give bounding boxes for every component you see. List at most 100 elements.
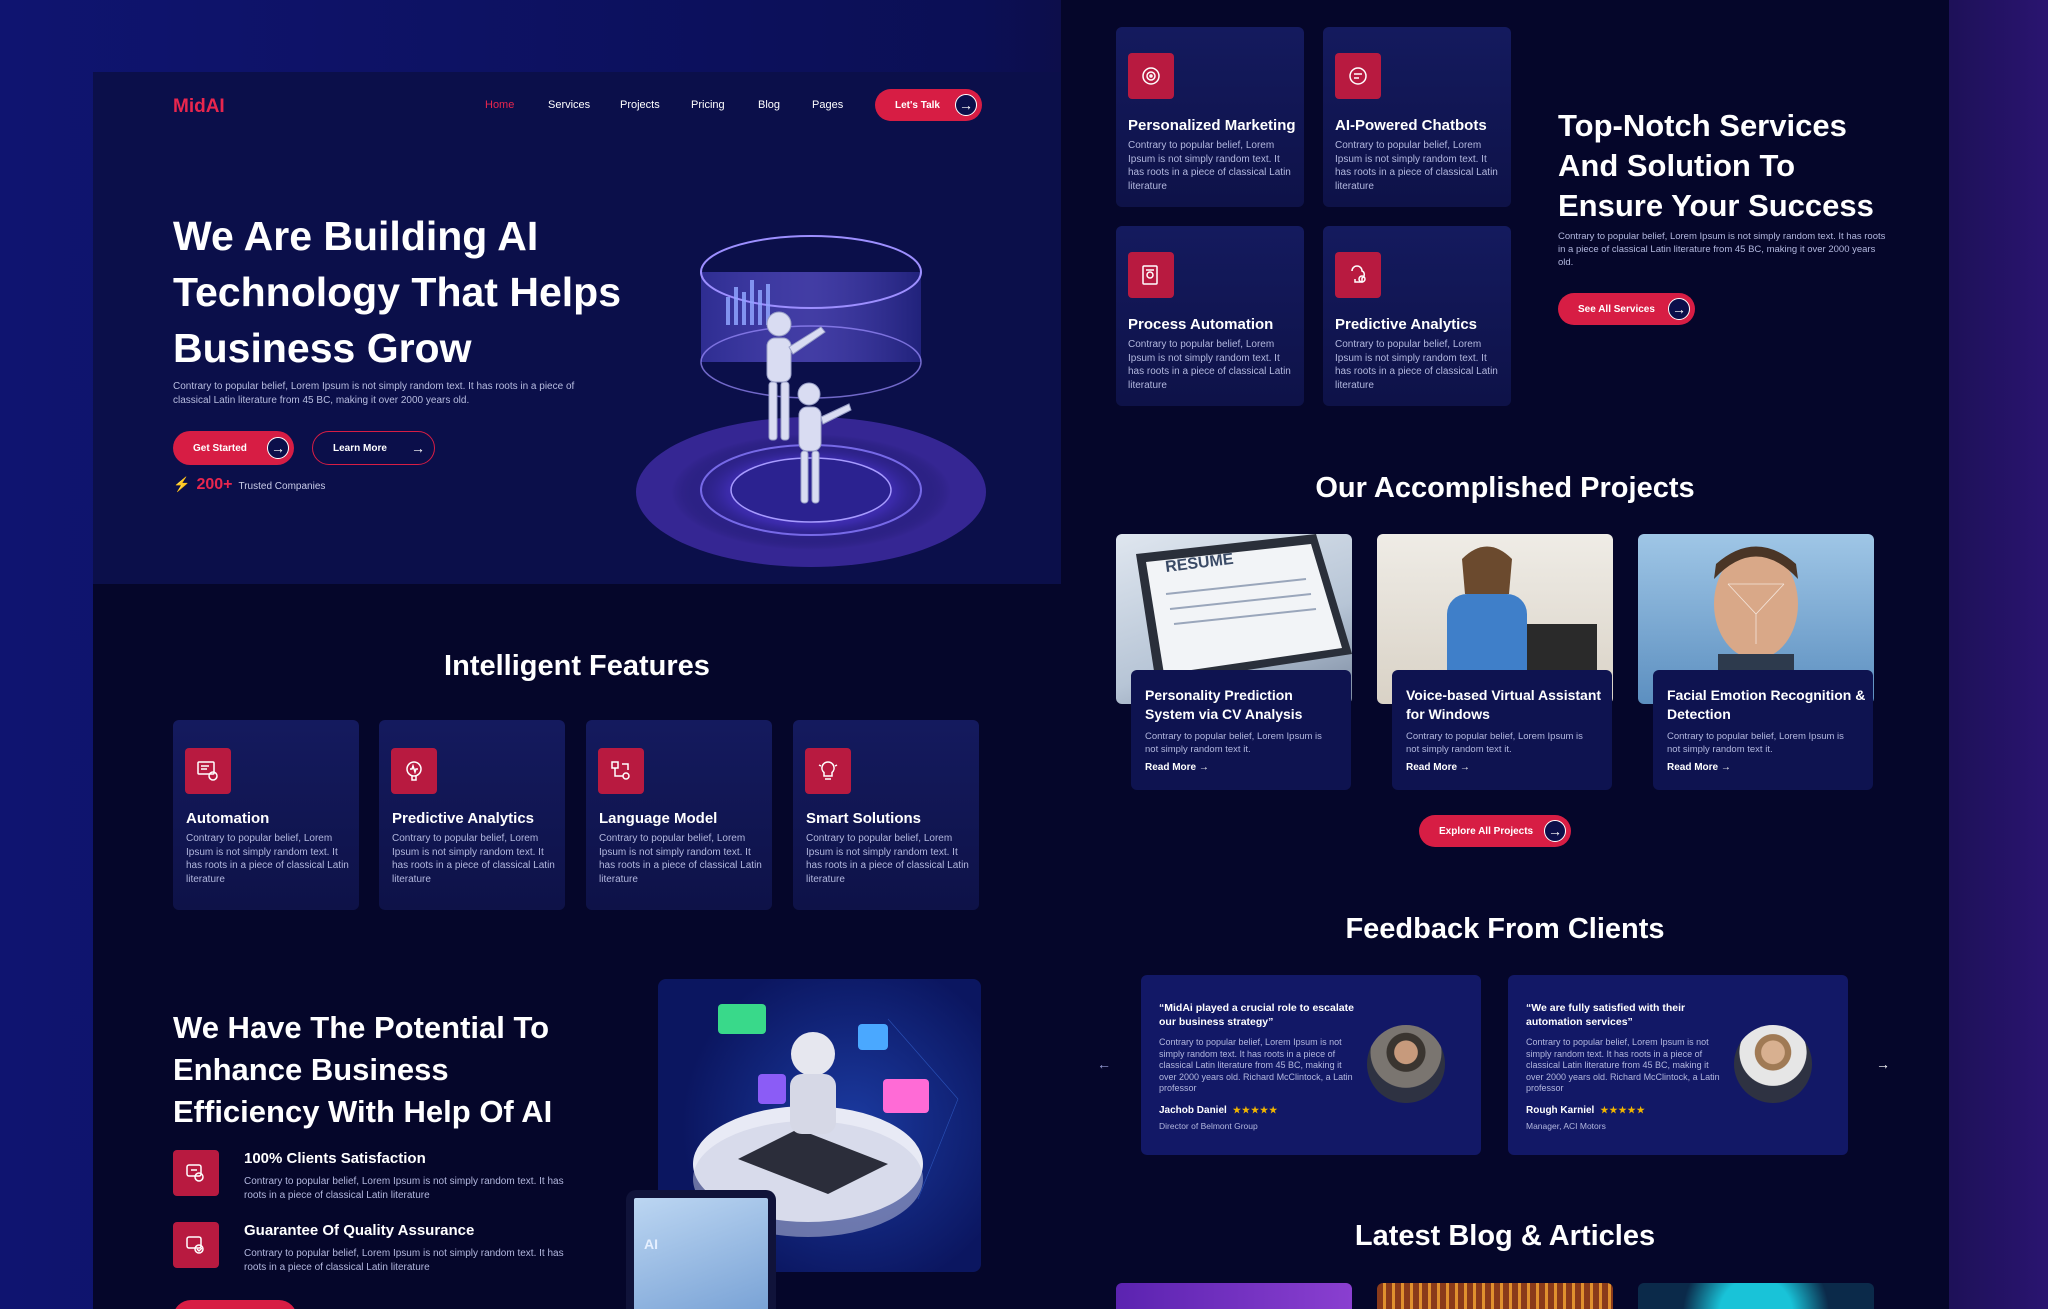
satisfaction-icon xyxy=(173,1150,219,1196)
arrow-right-icon: → xyxy=(1668,298,1690,320)
cta-button-partial[interactable] xyxy=(173,1300,297,1309)
arrow-right-icon: → xyxy=(1720,762,1731,773)
service-card-personalized-marketing[interactable]: Personalized Marketing Contrary to popul… xyxy=(1116,27,1304,207)
project-title: Voice-based Virtual Assistant for Window… xyxy=(1406,687,1602,722)
logo[interactable]: MidAI xyxy=(173,96,225,118)
read-more-link[interactable]: Read More → xyxy=(1406,762,1470,773)
avatar xyxy=(1367,1025,1445,1103)
service-card-process-automation[interactable]: Process Automation Contrary to popular b… xyxy=(1116,226,1304,406)
hero-title: We Are Building AI Technology That Helps… xyxy=(173,213,621,371)
feature-description: Contrary to popular belief, Lorem Ipsum … xyxy=(599,833,762,885)
blog-image[interactable] xyxy=(1638,1283,1874,1309)
target-icon xyxy=(1128,53,1174,99)
testimonial-text: Contrary to popular belief, Lorem Ipsum … xyxy=(1159,1037,1353,1093)
learn-more-label: Learn More xyxy=(333,442,387,454)
feature-description: Contrary to popular belief, Lorem Ipsum … xyxy=(806,833,969,885)
point-title: Guarantee Of Quality Assurance xyxy=(244,1222,475,1239)
services-description: Contrary to popular belief, Lorem Ipsum … xyxy=(1558,231,1886,268)
testimonial-role: Manager, ACI Motors xyxy=(1526,1121,1606,1131)
carousel-prev-icon[interactable]: ← xyxy=(1097,1056,1111,1072)
service-title: Process Automation xyxy=(1128,316,1274,333)
lightning-icon: ⚡ xyxy=(173,476,191,492)
services-page-panel: Personalized Marketing Contrary to popul… xyxy=(1061,0,1949,1309)
carousel-next-icon[interactable]: → xyxy=(1876,1056,1890,1072)
arrow-right-icon: → xyxy=(267,437,289,459)
service-description: Contrary to popular belief, Lorem Ipsum … xyxy=(1335,140,1498,192)
service-description: Contrary to popular belief, Lorem Ipsum … xyxy=(1128,339,1291,391)
read-more-link[interactable]: Read More → xyxy=(1145,762,1209,773)
feature-title: Language Model xyxy=(599,810,718,827)
lightbulb-icon xyxy=(805,748,851,794)
lets-talk-button[interactable]: Let's Talk → xyxy=(875,89,982,121)
service-title: Personalized Marketing xyxy=(1128,117,1296,134)
read-more-link[interactable]: Read More → xyxy=(1667,762,1731,773)
service-title: AI-Powered Chatbots xyxy=(1335,117,1487,134)
project-description: Contrary to popular belief, Lorem Ipsum … xyxy=(1667,731,1844,755)
explore-projects-label: Explore All Projects xyxy=(1439,825,1534,837)
trusted-label: Trusted Companies xyxy=(238,481,326,492)
testimonial-author: Rough Karniel ★★★★★ xyxy=(1526,1105,1646,1116)
brain-gear-icon xyxy=(1335,252,1381,298)
nav-projects[interactable]: Projects xyxy=(620,99,660,111)
testimonial-quote: “MidAi played a crucial role to escalate… xyxy=(1159,1002,1354,1028)
feature-title: Smart Solutions xyxy=(806,810,922,827)
hero-robot-illustration xyxy=(636,235,986,567)
service-card-chatbots[interactable]: AI-Powered Chatbots Contrary to popular … xyxy=(1323,27,1511,207)
feature-card-smart-solutions[interactable]: Smart Solutions Contrary to popular beli… xyxy=(793,720,979,910)
point-description: Contrary to popular belief, Lorem Ipsum … xyxy=(244,1248,564,1273)
chatbot-icon xyxy=(1335,53,1381,99)
project-card[interactable]: Facial Emotion Recognition & Detection C… xyxy=(1653,670,1873,790)
project-description: Contrary to popular belief, Lorem Ipsum … xyxy=(1406,731,1583,755)
blog-title: Latest Blog & Articles xyxy=(1354,1220,1656,1252)
potential-title: We Have The Potential To Enhance Busines… xyxy=(173,1010,553,1129)
feature-card-automation[interactable]: Automation Contrary to popular belief, L… xyxy=(173,720,359,910)
flow-icon xyxy=(598,748,644,794)
trusted-count: 200+ xyxy=(196,476,233,493)
feature-card-predictive-analytics[interactable]: Predictive Analytics Contrary to popular… xyxy=(379,720,565,910)
feature-card-language-model[interactable]: Language Model Contrary to popular belie… xyxy=(586,720,772,910)
nav-blog[interactable]: Blog xyxy=(758,99,780,111)
blog-image[interactable] xyxy=(1377,1283,1613,1309)
nav-pages[interactable]: Pages xyxy=(812,99,843,111)
quality-assurance-icon xyxy=(173,1222,219,1268)
project-card[interactable]: Voice-based Virtual Assistant for Window… xyxy=(1392,670,1612,790)
star-rating: ★★★★★ xyxy=(1232,1105,1279,1115)
ai-badge: AI xyxy=(644,1236,658,1252)
nav-home[interactable]: Home xyxy=(485,99,514,111)
feature-description: Contrary to popular belief, Lorem Ipsum … xyxy=(392,833,555,885)
projects-title: Our Accomplished Projects xyxy=(1315,472,1695,504)
project-card[interactable]: Personality Prediction System via CV Ana… xyxy=(1131,670,1351,790)
project-description: Contrary to popular belief, Lorem Ipsum … xyxy=(1145,731,1322,755)
arrow-right-icon: → xyxy=(1459,762,1470,773)
services-title: Top-Notch Services And Solution To Ensur… xyxy=(1558,108,1874,223)
see-all-services-label: See All Services xyxy=(1578,303,1655,315)
nav-pricing[interactable]: Pricing xyxy=(691,99,725,111)
service-card-predictive-analytics[interactable]: Predictive Analytics Contrary to popular… xyxy=(1323,226,1511,406)
document-gear-icon xyxy=(1128,252,1174,298)
blog-image[interactable] xyxy=(1116,1283,1352,1309)
testimonial-author: Jachob Daniel ★★★★★ xyxy=(1159,1105,1279,1116)
service-description: Contrary to popular belief, Lorem Ipsum … xyxy=(1335,339,1498,391)
feedback-title: Feedback From Clients xyxy=(1345,913,1665,945)
explore-projects-button[interactable]: Explore All Projects → xyxy=(1419,815,1571,847)
star-rating: ★★★★★ xyxy=(1600,1105,1646,1115)
lets-talk-label: Let's Talk xyxy=(895,99,940,111)
arrow-right-icon: → xyxy=(1544,820,1566,842)
home-page-panel: MidAI Home Services Projects Pricing Blo… xyxy=(93,72,1061,1309)
point-description: Contrary to popular belief, Lorem Ipsum … xyxy=(244,1176,564,1201)
features-title: Intelligent Features xyxy=(444,650,710,682)
point-title: 100% Clients Satisfaction xyxy=(244,1150,426,1167)
service-title: Predictive Analytics xyxy=(1335,316,1478,333)
testimonial-role: Director of Belmont Group xyxy=(1159,1121,1258,1131)
testimonial-quote: “We are fully satisfied with their autom… xyxy=(1526,1002,1686,1028)
hero-section: MidAI Home Services Projects Pricing Blo… xyxy=(93,72,1061,584)
nav-services[interactable]: Services xyxy=(548,99,590,111)
get-started-button[interactable]: Get Started → xyxy=(173,431,294,465)
brain-chart-icon xyxy=(391,748,437,794)
see-all-services-button[interactable]: See All Services → xyxy=(1558,293,1695,325)
learn-more-button[interactable]: Learn More → xyxy=(312,431,435,465)
arrow-right-icon: → xyxy=(411,440,425,456)
get-started-label: Get Started xyxy=(193,442,247,454)
avatar xyxy=(1734,1025,1812,1103)
project-title: Personality Prediction System via CV Ana… xyxy=(1145,687,1303,722)
